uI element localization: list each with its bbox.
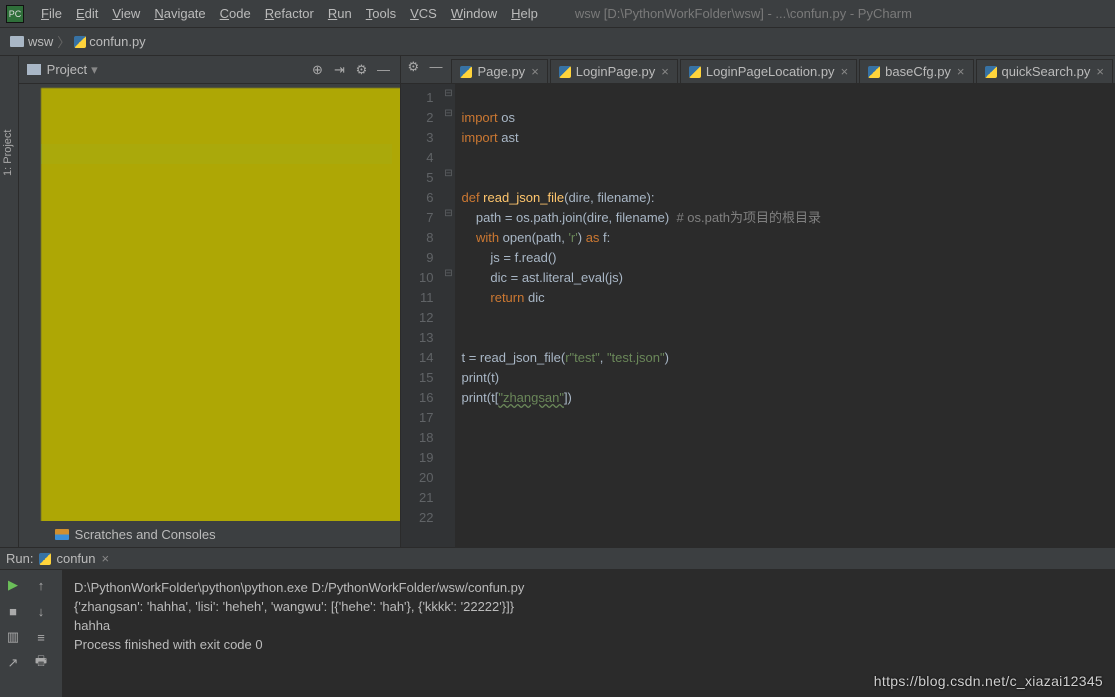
layout-icon[interactable]: ▥: [4, 628, 22, 646]
menu-edit[interactable]: Edit: [69, 6, 105, 21]
breadcrumb: wsw 〉 confun.py: [0, 28, 1115, 56]
print-icon[interactable]: 🖶: [32, 654, 50, 672]
breadcrumb-file[interactable]: confun.py: [89, 34, 145, 49]
run-toolbar: Run: confun ×: [0, 547, 1115, 569]
step-down-icon[interactable]: ↓: [32, 602, 50, 620]
tab-page[interactable]: Page.py×: [451, 59, 547, 83]
menubar: PC FileEditViewNavigateCodeRefactorRunTo…: [0, 0, 1115, 28]
rerun-icon[interactable]: ▶: [4, 576, 22, 594]
gutter[interactable]: 12345678910111213141516171819202122: [401, 84, 441, 547]
menu-refactor[interactable]: Refactor: [258, 6, 321, 21]
watermark: https://blog.csdn.net/c_xiazai12345: [874, 673, 1103, 689]
close-icon[interactable]: ×: [841, 64, 849, 79]
collapse-icon[interactable]: ⇥: [330, 62, 348, 78]
editor-area: ⚙ — Page.py×LoginPage.py×LoginPageLocati…: [401, 56, 1115, 547]
editor-body[interactable]: 12345678910111213141516171819202122 ⊟⊟⊟⊟…: [401, 84, 1115, 547]
gear-icon[interactable]: ⚙: [407, 59, 423, 75]
project-panel-title[interactable]: Project: [47, 62, 87, 77]
menu-view[interactable]: View: [105, 6, 147, 21]
scratches-icon: [55, 529, 69, 540]
step-up-icon[interactable]: ↑: [32, 576, 50, 594]
stop-icon[interactable]: ■: [4, 602, 22, 620]
fold-column[interactable]: ⊟⊟⊟⊟⊟: [441, 84, 455, 547]
pycharm-logo-icon: PC: [6, 5, 24, 23]
window-title: wsw [D:\PythonWorkFolder\wsw] - ...\conf…: [575, 6, 912, 21]
python-file-icon: [559, 66, 571, 78]
folder-icon: [27, 64, 41, 75]
chevron-right-icon: 〉: [57, 32, 70, 51]
python-file-icon: [460, 66, 472, 78]
tab-loginpagelocation[interactable]: LoginPageLocation.py×: [680, 59, 857, 83]
project-panel: Project ▾ ⊕ ⇥ ⚙ — Scratches and Consoles: [19, 56, 402, 547]
filter-icon[interactable]: ≡: [32, 628, 50, 646]
menu-run[interactable]: Run: [321, 6, 359, 21]
close-icon[interactable]: ×: [957, 64, 965, 79]
left-tool-strip[interactable]: 1: Project: [0, 56, 19, 547]
tab-loginpage[interactable]: LoginPage.py×: [550, 59, 678, 83]
editor-tabs: ⚙ — Page.py×LoginPage.py×LoginPageLocati…: [401, 56, 1115, 84]
menu-window[interactable]: Window: [444, 6, 504, 21]
close-icon[interactable]: ×: [661, 64, 669, 79]
python-file-icon: [39, 553, 51, 565]
project-panel-header: Project ▾ ⊕ ⇥ ⚙ —: [19, 56, 401, 84]
tab-quicksearch[interactable]: quickSearch.py×: [976, 59, 1113, 83]
locate-icon[interactable]: ⊕: [308, 62, 326, 78]
run-tools: ▶ ↑ ■ ↓ ▥ ≡ ↗ 🖶: [0, 570, 62, 697]
python-file-icon: [868, 66, 880, 78]
run-label: Run:: [6, 551, 33, 566]
project-tree[interactable]: [19, 84, 401, 521]
close-icon[interactable]: ×: [102, 551, 110, 566]
minimize-icon[interactable]: —: [429, 59, 445, 74]
gear-icon[interactable]: ⚙: [352, 62, 370, 78]
breadcrumb-folder[interactable]: wsw: [28, 34, 53, 49]
project-tool-tab[interactable]: 1: Project: [2, 130, 14, 176]
close-icon[interactable]: ×: [531, 64, 539, 79]
scratches-item[interactable]: Scratches and Consoles: [19, 521, 401, 547]
python-file-icon: [689, 66, 701, 78]
python-file-icon: [74, 36, 86, 48]
python-file-icon: [985, 66, 997, 78]
menu-navigate[interactable]: Navigate: [147, 6, 212, 21]
menu-file[interactable]: File: [34, 6, 69, 21]
tab-basecfg[interactable]: baseCfg.py×: [859, 59, 973, 83]
menu-code[interactable]: Code: [213, 6, 258, 21]
code-area[interactable]: import os import ast def read_json_file(…: [455, 84, 1115, 547]
menu-tools[interactable]: Tools: [359, 6, 403, 21]
close-icon[interactable]: ×: [1096, 64, 1104, 79]
hide-icon[interactable]: —: [374, 62, 392, 77]
run-tab[interactable]: confun ×: [33, 551, 115, 566]
tree-blurred-content: [41, 88, 401, 521]
export-icon[interactable]: ↗: [4, 654, 22, 672]
menu-help[interactable]: Help: [504, 6, 545, 21]
chevron-down-icon[interactable]: ▾: [91, 62, 98, 78]
menu-vcs[interactable]: VCS: [403, 6, 444, 21]
folder-icon: [10, 36, 24, 47]
